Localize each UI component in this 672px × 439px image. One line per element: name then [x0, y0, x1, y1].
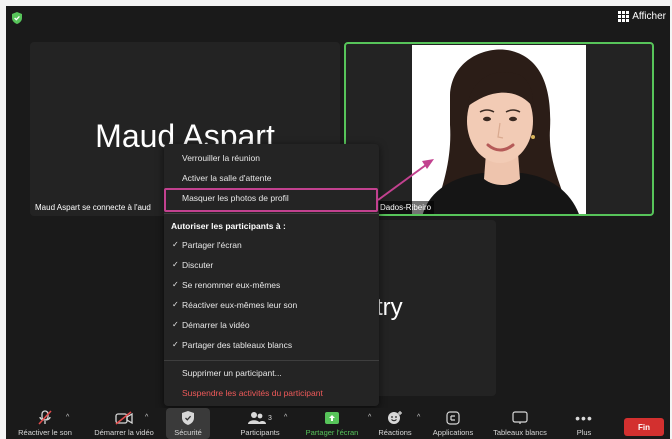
video-tile-dados-ribeiro[interactable]: Dados-Ribeiro	[344, 42, 654, 216]
permission-label: Se renommer eux-mêmes	[182, 280, 281, 290]
muted-microphone-icon	[38, 410, 52, 425]
participant-name-fragment: try	[376, 294, 403, 321]
checkmark-icon: ✓	[172, 340, 179, 349]
apps-label: Applications	[432, 428, 474, 437]
unmute-button[interactable]: ^ Réactiver le son	[8, 408, 82, 439]
permission-chat[interactable]: ✓ Discuter	[172, 260, 214, 270]
more-dots-icon: •••	[575, 410, 593, 426]
shield-icon	[182, 411, 194, 425]
menu-item-suspend-activities[interactable]: Suspendre les activités du participant	[182, 388, 323, 398]
permission-start-video[interactable]: ✓ Démarrer la vidéo	[172, 320, 250, 330]
participant-audio-label: Maud Aspart se connecte à l'aud	[35, 203, 151, 212]
participant-name-label: Dados-Ribeiro	[377, 201, 435, 214]
menu-divider	[164, 360, 379, 361]
apps-icon	[446, 411, 460, 425]
permission-label: Partager l'écran	[182, 240, 242, 250]
more-label: Plus	[576, 428, 592, 437]
security-button[interactable]: Sécurité	[166, 408, 210, 439]
view-button-label: Afficher	[632, 11, 666, 22]
start-video-button[interactable]: ^ Démarrer la vidéo	[84, 408, 164, 439]
video-off-icon	[115, 411, 133, 425]
menu-item-remove-participant[interactable]: Supprimer un participant...	[182, 368, 282, 378]
permission-share-whiteboards[interactable]: ✓ Partager des tableaux blancs	[172, 340, 293, 350]
checkmark-icon: ✓	[172, 300, 179, 309]
participants-button[interactable]: 3 ^ Participants	[228, 408, 292, 439]
whiteboard-icon	[512, 411, 528, 424]
participant-photo	[412, 45, 586, 214]
checkmark-icon: ✓	[172, 240, 179, 249]
checkmark-icon: ✓	[172, 280, 179, 289]
more-button[interactable]: ••• Plus	[566, 408, 602, 439]
zoom-meeting-window: Afficher Maud Aspart Maud Aspart se conn…	[6, 6, 670, 439]
apps-button[interactable]: Applications	[424, 408, 482, 439]
unmute-label: Réactiver le son	[18, 428, 72, 437]
participants-icon	[248, 412, 267, 424]
smiley-plus-icon	[388, 411, 402, 424]
annotation-highlight-box	[164, 188, 378, 212]
grid-view-icon	[618, 11, 630, 22]
permission-label: Partager des tableaux blancs	[182, 340, 293, 350]
share-screen-icon	[325, 412, 339, 424]
share-screen-button[interactable]: ^ Partager l'écran	[296, 408, 371, 439]
chevron-up-icon[interactable]: ^	[284, 414, 287, 421]
reactions-label: Réactions	[378, 428, 412, 437]
view-button[interactable]: Afficher	[618, 11, 666, 22]
participant-video	[412, 45, 586, 214]
reactions-button[interactable]: ^ Réactions	[370, 408, 420, 439]
participants-count: 3	[268, 414, 272, 422]
permission-label: Réactiver eux-mêmes leur son	[182, 300, 298, 310]
permission-label: Discuter	[182, 260, 214, 270]
menu-item-lock-meeting[interactable]: Verrouiller la réunion	[182, 153, 260, 163]
shield-check-icon[interactable]	[12, 12, 22, 24]
checkmark-icon: ✓	[172, 260, 179, 269]
whiteboards-button[interactable]: Tableaux blancs	[486, 408, 554, 439]
chevron-up-icon[interactable]: ^	[145, 414, 148, 421]
share-screen-label: Partager l'écran	[305, 428, 359, 437]
menu-heading-allow-participants: Autoriser les participants à :	[171, 221, 286, 231]
start-video-label: Démarrer la vidéo	[94, 428, 154, 437]
participants-label: Participants	[240, 428, 280, 437]
permission-rename-themselves[interactable]: ✓ Se renommer eux-mêmes	[172, 280, 281, 290]
menu-divider	[164, 213, 379, 214]
permission-share-screen[interactable]: ✓ Partager l'écran	[172, 240, 242, 250]
permission-label: Démarrer la vidéo	[182, 320, 250, 330]
checkmark-icon: ✓	[172, 320, 179, 329]
security-menu: Verrouiller la réunion Activer la salle …	[164, 144, 379, 406]
menu-item-enable-waiting-room[interactable]: Activer la salle d'attente	[182, 173, 272, 183]
permission-unmute-themselves[interactable]: ✓ Réactiver eux-mêmes leur son	[172, 300, 298, 310]
whiteboards-label: Tableaux blancs	[493, 428, 547, 437]
end-meeting-button[interactable]: Fin	[624, 418, 664, 436]
chevron-up-icon[interactable]: ^	[66, 414, 69, 421]
security-label: Sécurité	[174, 428, 202, 437]
meeting-toolbar: ^ Réactiver le son ^ Démarrer la vidéo S…	[6, 408, 670, 439]
chevron-up-icon[interactable]: ^	[417, 414, 420, 421]
top-bar: Afficher	[6, 6, 670, 30]
